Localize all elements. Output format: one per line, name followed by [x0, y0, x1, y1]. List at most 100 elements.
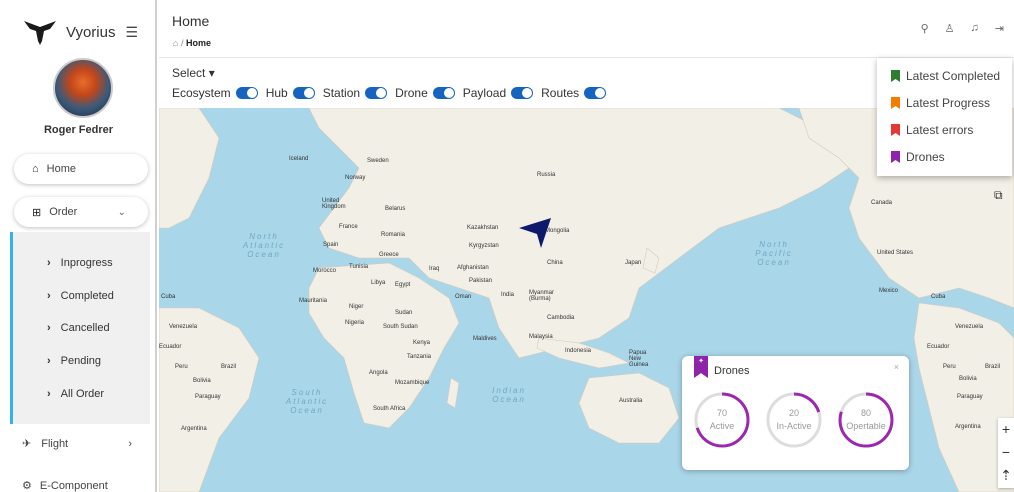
submenu-item-inprogress[interactable]: › Inprogress	[47, 257, 113, 269]
brand: Vyorius ☰	[22, 18, 138, 46]
toggle-switch[interactable]	[432, 87, 455, 99]
menu-icon[interactable]: ☰	[125, 24, 138, 41]
zoom-out-button[interactable]: −	[998, 441, 1014, 464]
map-label: Canada	[871, 200, 893, 206]
stat-label: Opertable	[846, 421, 886, 431]
legend-item-drones[interactable]: Drones	[891, 150, 945, 164]
cart-icon: ⊞	[32, 206, 42, 219]
map-label: Peru	[943, 364, 956, 370]
map-label: Mozambique	[395, 380, 430, 386]
sidebar-item-label: E-Component	[39, 480, 108, 492]
gear-icon: ⚙	[22, 480, 32, 492]
drone-marker-icon[interactable]	[517, 216, 557, 250]
map-label: Brazil	[985, 364, 1001, 370]
map-label: Oman	[455, 294, 472, 300]
toggle-label: Hub	[265, 86, 288, 100]
map-label: Nigeria	[345, 320, 365, 326]
map-label: Tunisia	[349, 264, 369, 270]
map-label: Mexico	[879, 288, 899, 294]
map-label: Spain	[323, 242, 339, 248]
plane-icon: ✈	[22, 438, 32, 450]
toggle-label: Drone	[395, 86, 428, 100]
zoom-control: + − ⇡	[998, 418, 1014, 488]
avatar[interactable]	[53, 58, 113, 118]
toggle-station[interactable]: Station	[323, 86, 388, 100]
map-legend: Latest Completed Latest Progress Latest …	[877, 58, 1012, 176]
sidebar-item-flight[interactable]: ✈ Flight ›	[22, 437, 132, 451]
sidebar-item-label: Order	[49, 206, 78, 218]
chevron-down-icon: ⌄	[117, 206, 126, 218]
stat-value: 80	[860, 408, 871, 418]
user-icon[interactable]: ♙	[945, 22, 955, 35]
map-label: Niger	[349, 304, 364, 310]
drones-card: ✦ Drones × 70 Active 20 In-Active 80 Ope…	[682, 356, 909, 470]
sidebar-item-home[interactable]: ⌂ Home	[14, 154, 148, 184]
submenu-item-pending[interactable]: › Pending	[47, 355, 101, 367]
legend-item-latest-errors[interactable]: Latest errors	[891, 123, 973, 137]
submenu-item-cancelled[interactable]: › Cancelled	[47, 322, 110, 334]
toggle-switch[interactable]	[365, 87, 388, 99]
legend-label: Drones	[906, 150, 945, 164]
sidebar-item-ecomponent[interactable]: ⚙ E-Component	[22, 479, 108, 492]
map-label: Kazakhstan	[467, 225, 499, 231]
eagle-logo-icon	[24, 21, 56, 45]
map-label: Paraguay	[195, 394, 221, 400]
map-label: Malaysia	[529, 334, 553, 340]
map-label: Iceland	[289, 156, 309, 162]
search-icon[interactable]: ⚲	[921, 22, 929, 35]
map-label: Bolivia	[193, 378, 211, 384]
map-label: Kenya	[413, 340, 431, 346]
logout-icon[interactable]: ⇥	[995, 22, 1004, 35]
toggle-switch[interactable]	[584, 87, 607, 99]
stat-ring-inactive: 20 In-Active	[764, 390, 824, 450]
toggle-switch[interactable]	[511, 87, 534, 99]
user-name: Roger Fedrer	[43, 124, 114, 136]
map-label: Mauritania	[299, 298, 328, 304]
map-label: China	[547, 260, 563, 266]
zoom-in-button[interactable]: +	[998, 418, 1014, 441]
toggle-payload[interactable]: Payload	[463, 86, 534, 100]
sidebar-item-label: Home	[46, 163, 76, 175]
bell-icon[interactable]: ♫	[971, 22, 979, 35]
toggle-switch[interactable]	[292, 87, 315, 99]
submenu-label: Pending	[60, 355, 102, 367]
map-label: Venezuela	[955, 324, 984, 330]
stat-ring-active: 70 Active	[692, 390, 752, 450]
external-link-icon[interactable]: ⧉	[994, 188, 1003, 203]
map-label: Romania	[381, 232, 406, 238]
map-label: Belarus	[385, 206, 406, 212]
flag-icon	[891, 151, 900, 163]
toggle-drone[interactable]: Drone	[395, 86, 455, 100]
header-icons: ⚲ ♙ ♫ ⇥	[921, 22, 1004, 35]
map-label: Argentina	[181, 426, 207, 432]
map-label: United Kingdom	[322, 198, 346, 210]
map-label: France	[339, 224, 358, 230]
toggle-routes[interactable]: Routes	[541, 86, 607, 100]
map-label: Greece	[379, 252, 399, 258]
ring-chart	[694, 392, 750, 448]
header: Home ⌂ / Home ⚲ ♙ ♫ ⇥	[159, 0, 1014, 58]
submenu-item-all-order[interactable]: › All Order	[47, 388, 104, 400]
sidebar-item-order[interactable]: ⊞ Order ⌄	[14, 197, 148, 227]
reset-north-button[interactable]: ⇡	[998, 464, 1014, 487]
submenu-item-completed[interactable]: › Completed	[47, 290, 114, 302]
home-icon[interactable]: ⌂	[173, 38, 178, 48]
close-icon[interactable]: ×	[894, 362, 899, 372]
map-label: South Africa	[373, 406, 406, 412]
toggle-switch[interactable]	[235, 87, 258, 99]
legend-item-latest-progress[interactable]: Latest Progress	[891, 96, 990, 110]
legend-item-latest-completed[interactable]: Latest Completed	[891, 69, 1000, 83]
map-label: Cuba	[931, 294, 946, 300]
map-label: Sudan	[395, 310, 413, 316]
submenu-label: Completed	[60, 290, 114, 302]
map-label: Bolivia	[959, 376, 977, 382]
stat-ring-operable: 80 Opertable	[836, 390, 896, 450]
ring-chart	[838, 392, 894, 448]
map-label: Libya	[371, 280, 386, 286]
stat-label: In-Active	[776, 421, 812, 431]
drone-flag-icon: ✦	[694, 356, 708, 378]
map-label: Ecuador	[159, 344, 182, 350]
toggle-ecosystem[interactable]: Ecosystem	[172, 86, 258, 100]
toggle-hub[interactable]: Hub	[266, 86, 315, 100]
select-dropdown[interactable]: Select ▾	[172, 66, 215, 80]
